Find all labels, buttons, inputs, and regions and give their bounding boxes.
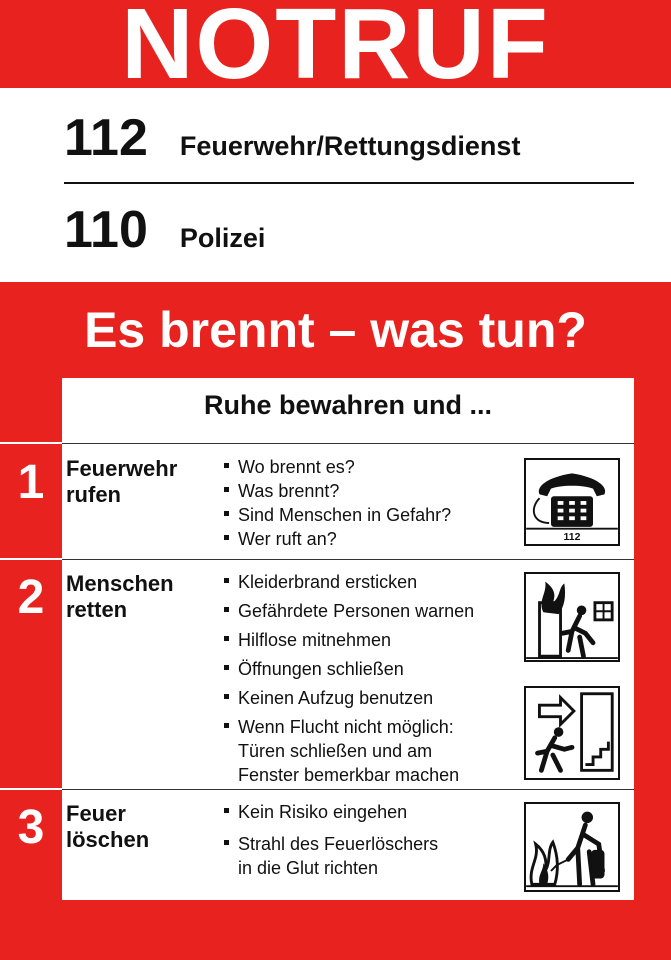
emergency-number: 112 [64,109,148,167]
step-title-line: Menschen [66,571,174,596]
step-title-line: Feuerwehr [66,456,178,481]
step-number: 1 [17,456,45,509]
emergency-number-label: Polizei [179,223,266,253]
step-title: Menschen retten [66,571,174,623]
checklist-item: Wo brennt es? [222,455,451,479]
step-separator [62,789,634,790]
checklist-item: Strahl des Feuerlöschers in die Glut ric… [222,832,438,880]
telephone-number-label: 112 [564,531,581,543]
emergency-number-label: Feuerwehr/Rettungsdienst [179,131,521,161]
checklist-item: Gefährdete Personen warnen [222,599,474,623]
checklist-item-line: Wenn Flucht nicht möglich: [238,717,454,737]
step-title-line: retten [66,597,128,622]
intro-heading: Ruhe bewahren und ... [203,390,493,420]
emergency-exit-stairs-icon [524,686,620,780]
step-checklist: Wo brennt es? Was brennt? Sind Menschen … [222,455,451,551]
checklist-item: Kein Risiko eingehen [222,800,438,824]
fire-extinguisher-icon [524,802,620,892]
headline: Es brennt – was tun? [84,302,587,358]
checklist-item: Öffnungen schließen [222,657,474,681]
step-title-line: Feuer [66,801,126,826]
emergency-number-row-police: 110 Polizei [64,200,265,260]
checklist-item: Keinen Aufzug benutzen [222,686,474,710]
checklist-item-line: Türen schließen und am [238,741,433,761]
step-separator [0,558,62,560]
checklist-item: Was brennt? [222,479,451,503]
divider [64,182,634,184]
step-number: 3 [17,801,45,854]
step-title: Feuerwehr rufen [66,456,177,508]
step-title: Feuer löschen [66,801,149,853]
step-separator [62,443,634,444]
step-separator [0,442,62,444]
emergency-number: 110 [64,201,148,259]
step-title-line: löschen [66,827,150,852]
step-separator [0,788,62,790]
checklist-item: Kleiderbrand ersticken [222,570,474,594]
escape-burning-room-icon [524,572,620,662]
checklist-item-line: in die Glut richten [238,858,379,878]
checklist-item: Wenn Flucht nicht möglich: Türen schließ… [222,715,474,787]
step-title-line: rufen [66,482,121,507]
step-number: 2 [17,571,45,624]
emergency-number-row-fire: 112 Feuerwehr/Rettungsdienst [64,108,520,168]
emergency-poster: NOTRUF 112 Feuerwehr/Rettungsdienst 110 … [0,0,671,960]
telephone-icon: 112 [524,458,620,546]
checklist-item: Hilflose mitnehmen [222,628,474,652]
checklist-item-line: Strahl des Feuerlöschers [238,834,439,854]
checklist-item: Wer ruft an? [222,527,451,551]
step-checklist: Kleiderbrand ersticken Gefährdete Person… [222,570,474,787]
step-separator [62,559,634,560]
poster-title: NOTRUF [121,0,550,100]
checklist-item-line: Fenster bemerkbar machen [238,765,460,785]
checklist-item: Sind Menschen in Gefahr? [222,503,451,527]
step-checklist: Kein Risiko eingehen Strahl des Feuerlös… [222,800,438,880]
